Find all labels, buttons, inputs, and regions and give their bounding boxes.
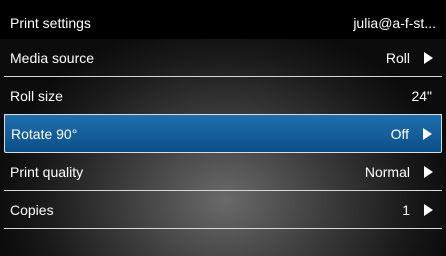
setting-value: Normal: [364, 164, 410, 180]
page-title: Print settings: [10, 15, 91, 31]
setting-label: Media source: [10, 50, 95, 66]
setting-row-roll-size[interactable]: Roll size 24": [4, 77, 442, 115]
setting-value: 1: [402, 202, 410, 218]
setting-label: Roll size: [10, 88, 63, 104]
print-settings-screen: Print settings julia@a-f-st... Media sou…: [0, 0, 446, 256]
setting-row-copies[interactable]: Copies 1: [4, 191, 442, 229]
chevron-right-icon: [423, 128, 432, 140]
setting-row-media-source[interactable]: Media source Roll: [4, 39, 442, 77]
chevron-right-icon: [424, 204, 433, 216]
setting-value: Roll: [385, 50, 410, 66]
header-bar: Print settings julia@a-f-st...: [0, 0, 446, 39]
chevron-right-icon: [424, 52, 433, 64]
setting-value: 24": [411, 88, 432, 104]
setting-label: Copies: [10, 202, 54, 218]
setting-label: Rotate 90°: [11, 126, 78, 142]
settings-list: Media source Roll Roll size 24" Rotate 9…: [0, 39, 446, 229]
setting-value: Off: [390, 126, 409, 142]
user-account[interactable]: julia@a-f-st...: [353, 15, 436, 31]
chevron-right-icon: [424, 166, 433, 178]
setting-row-rotate-90[interactable]: Rotate 90° Off: [4, 114, 442, 153]
setting-label: Print quality: [10, 164, 84, 180]
setting-row-print-quality[interactable]: Print quality Normal: [4, 153, 442, 191]
